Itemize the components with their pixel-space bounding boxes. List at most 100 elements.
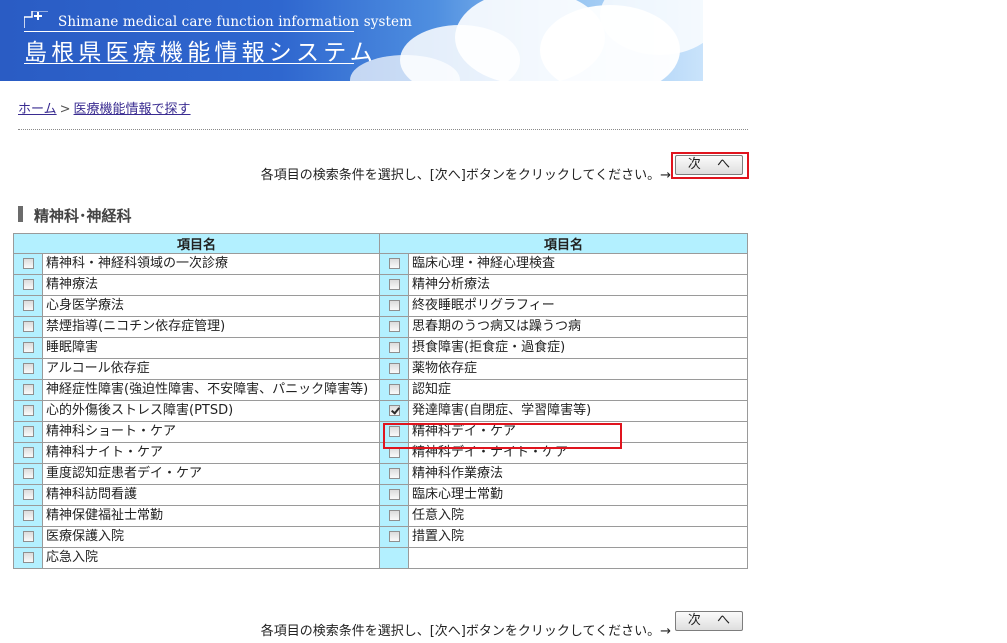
checkbox-cell (13, 421, 43, 443)
criteria-label: 認知症 (408, 379, 749, 401)
criteria-checkbox[interactable] (22, 300, 34, 311)
checkbox-cell (379, 316, 410, 338)
criteria-checkbox[interactable] (388, 321, 400, 332)
criteria-checkbox[interactable] (388, 489, 400, 500)
instruction-text-top: 各項目の検索条件を選択し、[次へ]ボタンをクリックしてください。→ (260, 168, 671, 183)
table-row: 応急入院 (13, 547, 749, 569)
criteria-label: 薬物依存症 (408, 358, 749, 380)
breadcrumb-home-link[interactable]: ホーム (18, 102, 57, 117)
checkbox-cell (13, 253, 43, 275)
criteria-table: 項目名 項目名 精神科・神経科領域の一次診療 臨床心理・神経心理検査 精神療法 精神分… (12, 233, 749, 569)
criteria-checkbox[interactable] (22, 405, 34, 416)
criteria-checkbox[interactable] (22, 552, 34, 563)
breadcrumb-separator: > (59, 102, 71, 117)
criteria-label: アルコール依存症 (41, 358, 381, 380)
criteria-label: 摂食障害(拒食症・過食症) (408, 337, 749, 359)
criteria-label: 睡眠障害 (41, 337, 381, 359)
criteria-checkbox[interactable] (22, 384, 34, 395)
table-row: アルコール依存症 薬物依存症 (13, 358, 749, 380)
checkbox-cell (13, 400, 43, 422)
criteria-label: 精神科訪問看護 (41, 484, 381, 506)
next-button-bottom[interactable]: 次 へ (675, 611, 743, 631)
criteria-label: 終夜睡眠ポリグラフィー (408, 295, 749, 317)
checkbox-cell (379, 379, 410, 401)
criteria-label: 精神保健福祉士常勤 (41, 505, 381, 527)
checkbox-cell (13, 337, 43, 359)
criteria-checkbox[interactable] (22, 342, 34, 353)
table-row: 睡眠障害 摂食障害(拒食症・過食症) (13, 337, 749, 359)
criteria-checkbox[interactable] (388, 531, 400, 542)
criteria-checkbox[interactable] (388, 279, 400, 290)
criteria-checkbox[interactable] (22, 510, 34, 521)
criteria-checkbox[interactable] (22, 531, 34, 542)
checkbox-cell (13, 547, 43, 569)
criteria-checkbox[interactable] (22, 447, 34, 458)
criteria-label: 任意入院 (408, 505, 749, 527)
checkbox-cell (379, 358, 410, 380)
criteria-checkbox[interactable] (388, 342, 400, 353)
banner-bottom-line (24, 63, 354, 64)
checkbox-cell (379, 274, 410, 296)
banner-english-title: Shimane medical care function informatio… (58, 14, 412, 30)
table-row: 精神科ショート・ケア 精神科デイ・ケア (13, 421, 749, 443)
table-row: 精神保健福祉士常勤 任意入院 (13, 505, 749, 527)
highlight-box-next-button (671, 152, 749, 179)
criteria-checkbox[interactable] (388, 300, 400, 311)
checkbox-cell (13, 463, 43, 485)
criteria-checkbox[interactable] (388, 384, 400, 395)
header-banner: Shimane medical care function informatio… (0, 0, 703, 81)
checkbox-cell (13, 316, 43, 338)
criteria-checkbox[interactable] (22, 279, 34, 290)
criteria-label: 重度認知症患者デイ・ケア (41, 463, 381, 485)
criteria-checkbox[interactable] (388, 258, 400, 269)
criteria-label: 精神科ナイト・ケア (41, 442, 381, 464)
criteria-checkbox[interactable] (22, 426, 34, 437)
criteria-table-body: 精神科・神経科領域の一次診療 臨床心理・神経心理検査 精神療法 精神分析療法 心身医学療… (13, 253, 749, 569)
highlight-box-checked-item (383, 423, 622, 449)
checkbox-cell (13, 358, 43, 380)
criteria-checkbox[interactable] (22, 321, 34, 332)
checkbox-cell (379, 526, 410, 548)
criteria-checkbox[interactable] (22, 489, 34, 500)
criteria-checkbox[interactable] (388, 468, 400, 479)
checkbox-cell (379, 505, 410, 527)
checkbox-cell (379, 400, 410, 422)
column-header-left: 項目名 (12, 233, 381, 254)
checkbox-cell (379, 337, 410, 359)
dotted-divider (18, 129, 748, 130)
criteria-label: 精神科作業療法 (408, 463, 749, 485)
checkbox-cell (379, 484, 410, 506)
banner-japanese-title: 島根県医療機能情報システム (24, 40, 377, 66)
criteria-label: 臨床心理士常勤 (408, 484, 749, 506)
criteria-checkbox[interactable] (388, 363, 400, 374)
breadcrumb: ホーム > 医療機能情報で探す (18, 98, 191, 117)
criteria-checkbox[interactable] (22, 468, 34, 479)
empty-cell (408, 547, 749, 569)
checkbox-cell (13, 274, 43, 296)
checkbox-cell (13, 295, 43, 317)
table-row: 重度認知症患者デイ・ケア 精神科作業療法 (13, 463, 749, 485)
criteria-checkbox[interactable] (388, 510, 400, 521)
criteria-label: 発達障害(自閉症、学習障害等) (408, 400, 749, 422)
checkbox-cell (379, 463, 410, 485)
column-header-right: 項目名 (379, 233, 749, 254)
breadcrumb-current-link[interactable]: 医療機能情報で探す (74, 102, 191, 117)
criteria-checkbox[interactable] (22, 258, 34, 269)
table-row: 精神科訪問看護 臨床心理士常勤 (13, 484, 749, 506)
criteria-checkbox[interactable] (22, 363, 34, 374)
instruction-text-bottom: 各項目の検索条件を選択し、[次へ]ボタンをクリックしてください。→ (260, 624, 671, 639)
criteria-checkbox[interactable] (388, 405, 400, 416)
table-row: 精神科ナイト・ケア 精神科デイ・ナイト・ケア (13, 442, 749, 464)
checkbox-cell (13, 484, 43, 506)
criteria-label: 応急入院 (41, 547, 381, 569)
checkbox-cell (13, 526, 43, 548)
criteria-label: 臨床心理・神経心理検査 (408, 253, 749, 275)
checkbox-cell (379, 547, 410, 569)
criteria-label: 心身医学療法 (41, 295, 381, 317)
criteria-label: 精神科ショート・ケア (41, 421, 381, 443)
criteria-label: 神経症性障害(強迫性障害、不安障害、パニック障害等) (41, 379, 381, 401)
criteria-label: 精神科・神経科領域の一次診療 (41, 253, 381, 275)
table-row: 医療保護入院 措置入院 (13, 526, 749, 548)
banner-top-line (24, 31, 354, 32)
criteria-label: 医療保護入院 (41, 526, 381, 548)
